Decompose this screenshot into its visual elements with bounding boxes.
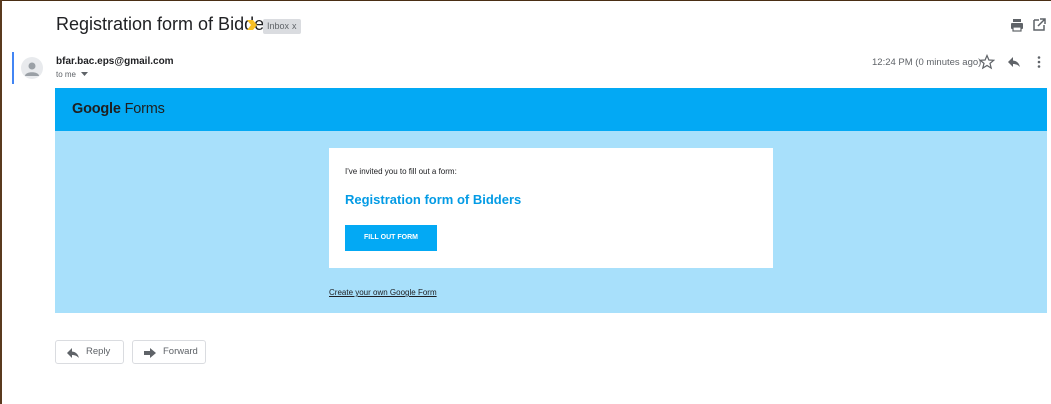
forward-label: Forward [163,346,198,357]
label-chip-text: Inbox [267,21,290,31]
create-form-link[interactable]: Create your own Google Form [329,288,437,297]
inbox-label-chip[interactable]: Inbox x [263,19,301,34]
reply-icon[interactable] [1006,54,1022,70]
form-title-link[interactable]: Registration form of Bidders [345,192,521,207]
form-invite-card: I've invited you to fill out a form: Reg… [329,148,773,268]
reply-label: Reply [86,346,111,357]
google-forms-banner: Google Forms [55,88,1047,131]
forward-icon [144,348,156,358]
label-remove-icon[interactable]: x [292,21,297,31]
selection-indicator [12,52,14,84]
fill-out-form-button[interactable]: FILL OUT FORM [345,225,437,251]
logo-forms-text: Forms [124,101,165,117]
chevron-down-icon [81,72,89,77]
star-icon[interactable] [979,54,995,70]
reply-icon [67,348,79,358]
window-frame-left [0,0,2,404]
sender-avatar [21,57,43,79]
invite-message: I've invited you to fill out a form: [345,167,457,176]
subject-row: Registration form of Bidders Inbox x [0,0,1051,52]
importance-marker-icon[interactable] [246,18,258,32]
forward-button[interactable]: Forward [132,340,206,364]
print-icon[interactable] [1009,17,1025,33]
recipient-details-toggle[interactable]: to me [56,70,89,79]
google-forms-logo: Google Forms [72,101,165,117]
open-in-new-window-icon[interactable] [1031,17,1047,33]
person-icon [25,62,39,76]
form-invite-body: I've invited you to fill out a form: Reg… [55,131,1047,313]
recipient-text: to me [56,70,77,79]
email-timestamp: 12:24 PM (0 minutes ago) [872,57,982,68]
logo-google-text: Google [72,101,121,117]
sender-email: bfar.bac.eps@gmail.com [56,56,174,67]
more-vert-icon[interactable] [1031,54,1047,70]
reply-button[interactable]: Reply [55,340,124,364]
